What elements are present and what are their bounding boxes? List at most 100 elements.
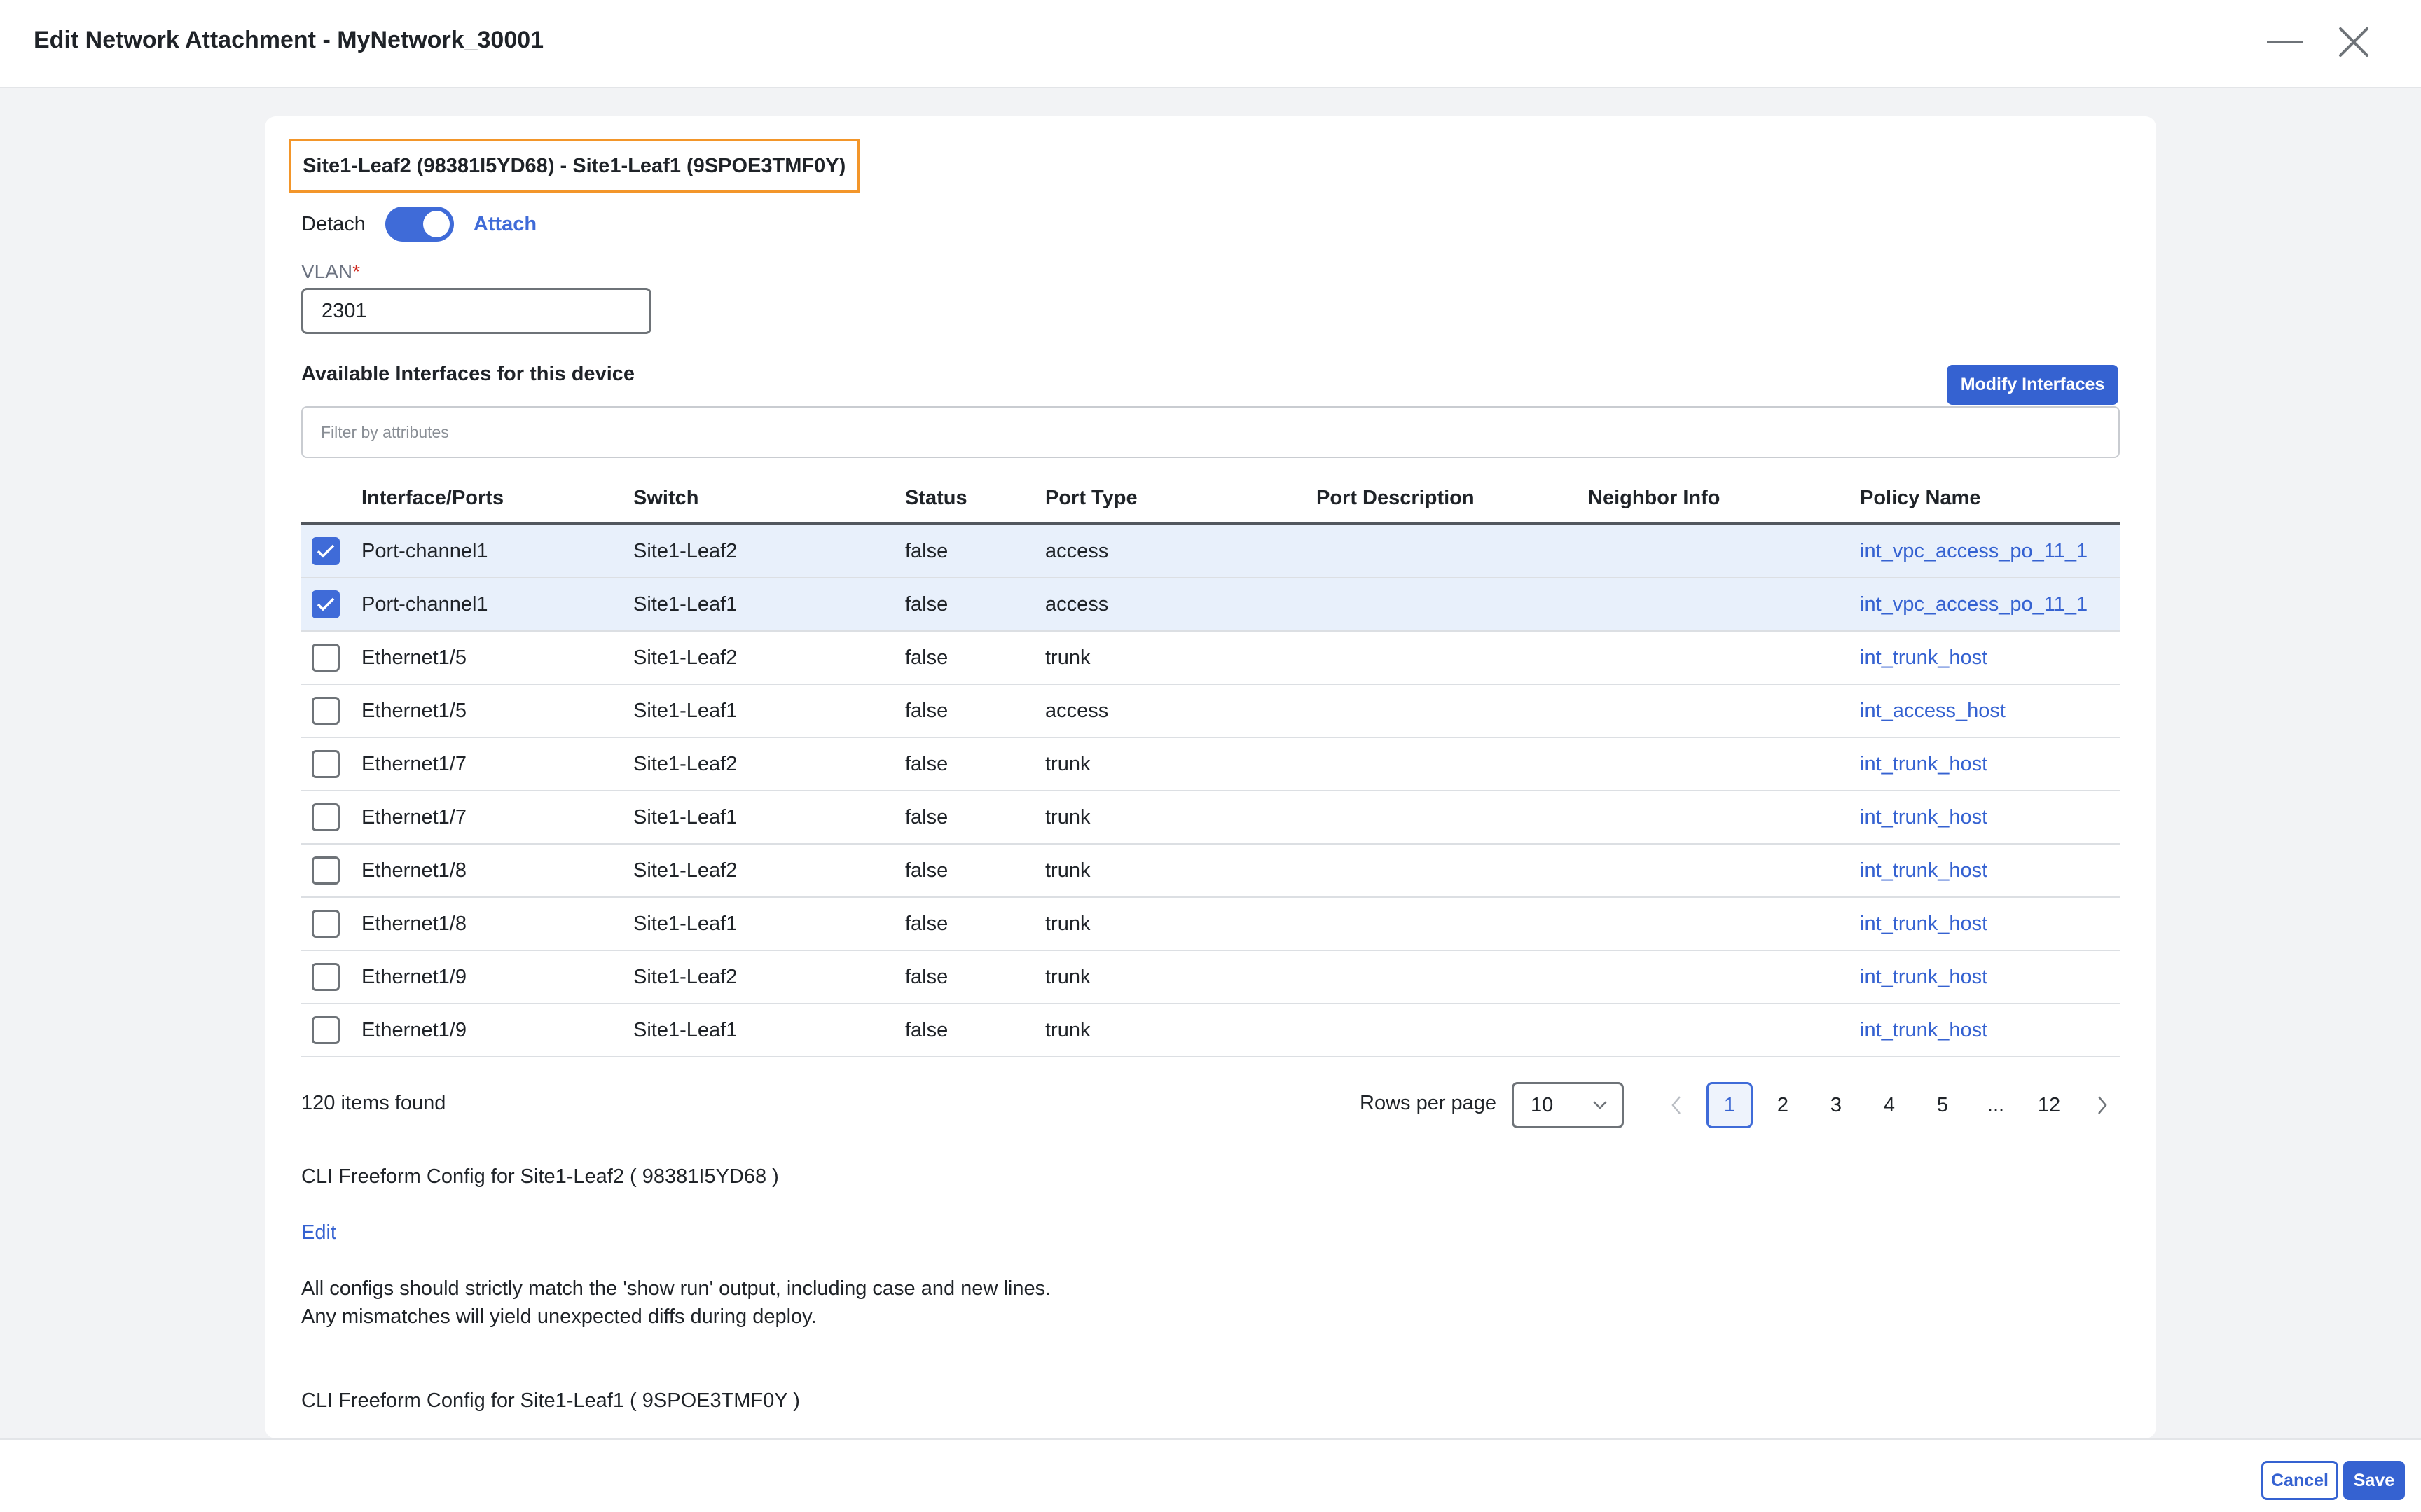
page-button[interactable]: 3 bbox=[1813, 1082, 1859, 1128]
policy-name-link[interactable]: int_trunk_host bbox=[1860, 646, 2120, 670]
cancel-button[interactable]: Cancel bbox=[2261, 1461, 2338, 1500]
check-icon bbox=[317, 544, 335, 558]
attach-toggle-row: Detach Attach bbox=[301, 203, 537, 245]
column-header-switch[interactable]: Switch bbox=[633, 487, 905, 510]
interface-cell: Ethernet1/8 bbox=[361, 859, 467, 882]
switch-cell: Site1-Leaf1 bbox=[633, 699, 738, 722]
column-header-policy-name[interactable]: Policy Name bbox=[1860, 487, 2120, 510]
pagination: 1 2 3 4 5... 12 bbox=[1653, 1082, 2132, 1128]
page-button[interactable]: 4 bbox=[1866, 1082, 1912, 1128]
toggle-knob bbox=[422, 211, 450, 237]
table-row[interactable]: Ethernet1/7 Site1-Leaf1 false trunk int_trun… bbox=[301, 791, 2120, 845]
attach-toggle[interactable] bbox=[385, 207, 454, 242]
checkbox-cell bbox=[301, 537, 361, 565]
check-icon bbox=[317, 597, 335, 611]
port-type-cell: access bbox=[1045, 539, 1109, 562]
column-header-status[interactable]: Status bbox=[905, 487, 1045, 510]
row-checkbox[interactable] bbox=[312, 750, 340, 778]
table-row[interactable]: Ethernet1/5 Site1-Leaf2 false trunk int_trun… bbox=[301, 632, 2120, 685]
row-checkbox[interactable] bbox=[312, 590, 340, 618]
status-cell: false bbox=[905, 699, 949, 722]
status-cell: false bbox=[905, 539, 949, 562]
policy-name-link[interactable]: int_trunk_host bbox=[1860, 966, 2120, 989]
policy-name-link[interactable]: int_trunk_host bbox=[1860, 753, 2120, 776]
status-cell: false bbox=[905, 965, 949, 988]
close-icon bbox=[2339, 27, 2368, 57]
interface-cell: Port-channel1 bbox=[361, 539, 488, 562]
required-mark: * bbox=[352, 261, 361, 282]
interface-cell: Ethernet1/8 bbox=[361, 912, 467, 935]
chevron-right-icon bbox=[2098, 1096, 2107, 1114]
table-row[interactable]: Port-channel1 Site1-Leaf1 false access int_v… bbox=[301, 578, 2120, 632]
table-row[interactable]: Ethernet1/8 Site1-Leaf1 false trunk int_trun… bbox=[301, 898, 2120, 951]
column-header-interface[interactable]: Interface/Ports bbox=[361, 487, 633, 510]
filter-input[interactable] bbox=[301, 406, 2120, 458]
policy-name-link[interactable]: int_trunk_host bbox=[1860, 1019, 2120, 1042]
policy-name-link[interactable]: int_trunk_host bbox=[1860, 859, 2120, 882]
row-checkbox[interactable] bbox=[312, 697, 340, 725]
page-ellipsis: ... bbox=[1987, 1093, 2005, 1116]
edit-cli-link[interactable]: Edit bbox=[301, 1221, 336, 1244]
interface-cell: Ethernet1/7 bbox=[361, 805, 467, 828]
cli-freeform-title-leaf1: CLI Freeform Config for Site1-Leaf1 ( 9S… bbox=[301, 1389, 800, 1412]
dialog-title: Edit Network Attachment - MyNetwork_3000… bbox=[34, 27, 544, 53]
modify-interfaces-button[interactable]: Modify Interfaces bbox=[1947, 365, 2118, 405]
table-row[interactable]: Ethernet1/9 Site1-Leaf1 false trunk int_trun… bbox=[301, 1004, 2120, 1057]
table-row[interactable]: Ethernet1/5 Site1-Leaf1 false access int_acc… bbox=[301, 685, 2120, 738]
switch-cell: Site1-Leaf2 bbox=[633, 752, 738, 775]
row-checkbox[interactable] bbox=[312, 803, 340, 831]
previous-page-button[interactable] bbox=[1653, 1082, 1699, 1128]
column-header-port-type[interactable]: Port Type bbox=[1045, 487, 1316, 510]
vlan-input[interactable] bbox=[301, 288, 651, 334]
minimize-button[interactable] bbox=[2263, 20, 2308, 64]
policy-name-link[interactable]: int_trunk_host bbox=[1860, 913, 2120, 936]
row-checkbox[interactable] bbox=[312, 910, 340, 938]
table-row[interactable]: Ethernet1/9 Site1-Leaf2 false trunk int_trun… bbox=[301, 951, 2120, 1004]
page-button[interactable]: 1 bbox=[1706, 1082, 1753, 1128]
close-button[interactable] bbox=[2331, 20, 2376, 64]
port-type-cell: trunk bbox=[1045, 1018, 1091, 1041]
chevron-left-icon bbox=[1671, 1096, 1681, 1114]
port-type-cell: access bbox=[1045, 699, 1109, 722]
port-type-cell: trunk bbox=[1045, 965, 1091, 988]
row-checkbox[interactable] bbox=[312, 537, 340, 565]
interfaces-section-title: Available Interfaces for this device bbox=[301, 363, 635, 385]
next-page-button[interactable] bbox=[2079, 1082, 2125, 1128]
page-buttons: 1 2 3 4 5... 12 bbox=[1706, 1082, 2079, 1128]
row-checkbox[interactable] bbox=[312, 963, 340, 991]
dialog-footer: Cancel Save bbox=[0, 1438, 2421, 1512]
column-header-port-description[interactable]: Port Description bbox=[1316, 487, 1588, 510]
table-row[interactable]: Ethernet1/7 Site1-Leaf2 false trunk int_trun… bbox=[301, 738, 2120, 791]
interface-cell: Ethernet1/9 bbox=[361, 965, 467, 988]
switch-cell: Site1-Leaf2 bbox=[633, 965, 738, 988]
row-checkbox[interactable] bbox=[312, 856, 340, 885]
vlan-label: VLAN* bbox=[301, 261, 360, 283]
switch-cell: Site1-Leaf2 bbox=[633, 859, 738, 882]
detach-label: Detach bbox=[301, 212, 366, 235]
interface-cell: Ethernet1/7 bbox=[361, 752, 467, 775]
table-row[interactable]: Ethernet1/8 Site1-Leaf2 false trunk int_trun… bbox=[301, 845, 2120, 898]
checkbox-cell bbox=[301, 590, 361, 618]
page-button[interactable]: 2 bbox=[1760, 1082, 1806, 1128]
checkbox-cell bbox=[301, 910, 361, 938]
page-button[interactable]: 5 bbox=[1919, 1082, 1966, 1128]
switch-cell: Site1-Leaf1 bbox=[633, 805, 738, 828]
status-cell: false bbox=[905, 1018, 949, 1041]
policy-name-link[interactable]: int_trunk_host bbox=[1860, 806, 2120, 829]
table-body: Port-channel1 Site1-Leaf2 false access int_v… bbox=[301, 525, 2120, 1057]
table-row[interactable]: Port-channel1 Site1-Leaf2 false access int_v… bbox=[301, 525, 2120, 578]
rows-per-page-value: 10 bbox=[1531, 1093, 1554, 1116]
interface-cell: Ethernet1/5 bbox=[361, 699, 467, 722]
page-button[interactable]: 12 bbox=[2026, 1082, 2072, 1128]
save-button[interactable]: Save bbox=[2343, 1461, 2405, 1500]
policy-name-link[interactable]: int_access_host bbox=[1860, 700, 2120, 723]
switch-cell: Site1-Leaf1 bbox=[633, 592, 738, 616]
policy-name-link[interactable]: int_vpc_access_po_11_1 bbox=[1860, 540, 2120, 563]
row-checkbox[interactable] bbox=[312, 644, 340, 672]
port-type-cell: trunk bbox=[1045, 646, 1091, 669]
rows-per-page-select[interactable]: 10 bbox=[1512, 1082, 1624, 1128]
column-header-neighbor-info[interactable]: Neighbor Info bbox=[1588, 487, 1860, 510]
policy-name-link[interactable]: int_vpc_access_po_11_1 bbox=[1860, 593, 2120, 616]
port-type-cell: trunk bbox=[1045, 859, 1091, 882]
row-checkbox[interactable] bbox=[312, 1016, 340, 1044]
